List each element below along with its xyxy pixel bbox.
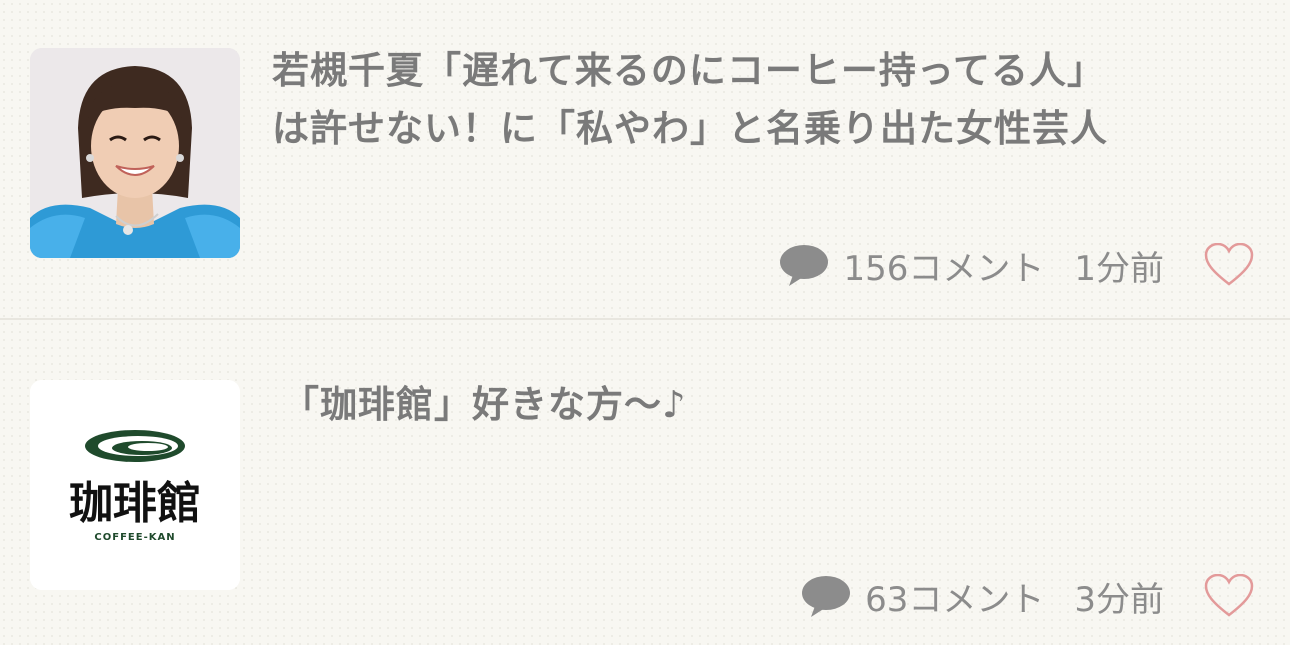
comment-count[interactable]: 63コメント (865, 572, 1044, 621)
comment-count[interactable]: 156コメント (843, 241, 1044, 290)
article-title[interactable]: 若槻千夏「遅れて来るのにコーヒー持ってる人」 は許せない！に「私やわ」と名乗り出… (272, 42, 1272, 158)
article-thumbnail[interactable] (30, 48, 240, 258)
article-title-line: は許せない！に「私やわ」と名乗り出た女性芸人 (272, 107, 1108, 150)
heart-outline-icon[interactable] (1204, 574, 1254, 618)
person-photo-image (30, 48, 240, 258)
topic-feed: 若槻千夏「遅れて来るのにコーヒー持ってる人」 は許せない！に「私やわ」と名乗り出… (0, 0, 1290, 645)
coffee-kan-logo: 珈琲館 COFFEE-KAN (30, 380, 240, 590)
time-ago: 3分前 (1074, 579, 1164, 620)
logo-subtext: COFFEE-KAN (94, 532, 175, 543)
article-meta: 156コメント 1分前 (779, 240, 1254, 290)
heart-outline-icon[interactable] (1204, 243, 1254, 287)
logo-text: 珈琲館 (69, 478, 201, 529)
comment-bubble-icon (802, 576, 851, 617)
article-title-line: 若槻千夏「遅れて来るのにコーヒー持ってる人」 (272, 49, 1106, 92)
article-meta: 63コメント 3分前 (801, 571, 1254, 621)
article-title[interactable]: 「珈琲館」好きな方〜♪ (282, 376, 1262, 434)
comment-bubble-icon (780, 245, 829, 286)
time-ago: 1分前 (1074, 248, 1164, 289)
article-item[interactable]: 珈琲館 COFFEE-KAN 「珈琲館」好きな方〜♪ 63コメント 3分前 (0, 318, 1290, 636)
article-item[interactable]: 若槻千夏「遅れて来るのにコーヒー持ってる人」 は許せない！に「私やわ」と名乗り出… (0, 0, 1290, 318)
article-thumbnail[interactable]: 珈琲館 COFFEE-KAN (30, 380, 240, 590)
